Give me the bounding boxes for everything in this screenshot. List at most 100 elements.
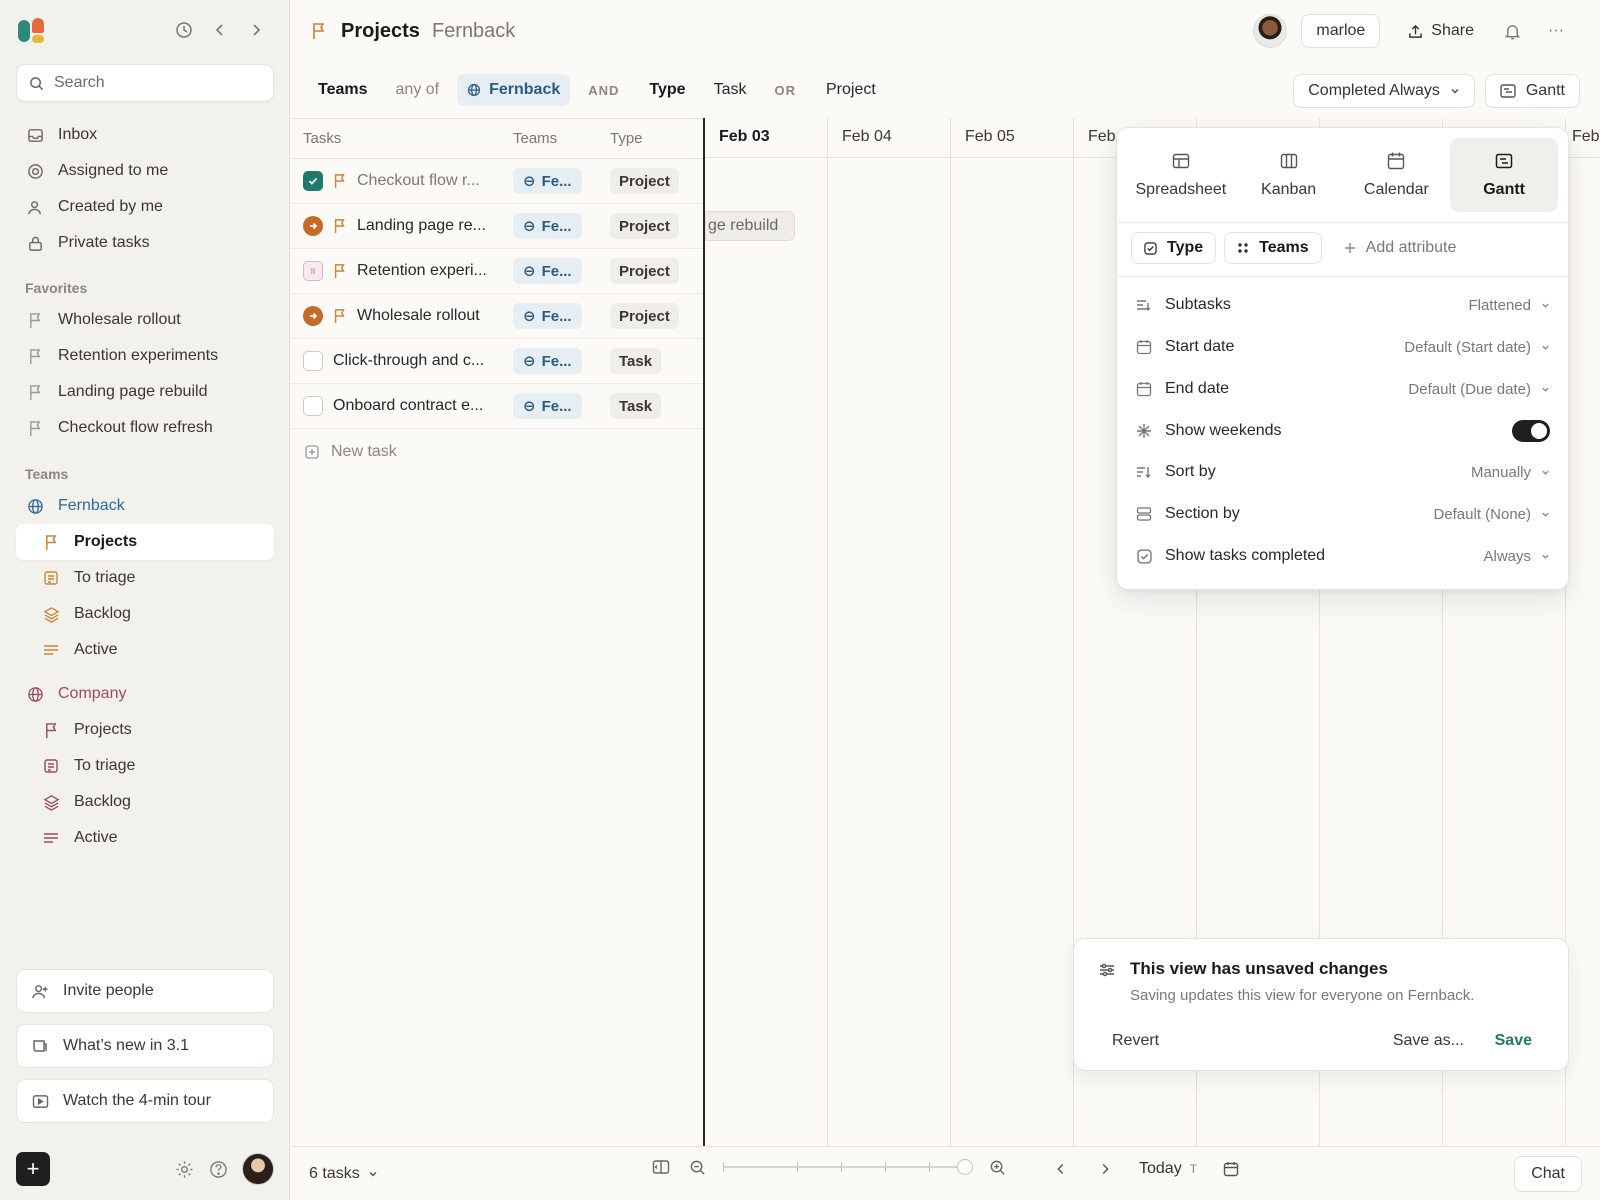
table-row[interactable]: Checkout flow r... ⊖ Fe... Project — [291, 159, 703, 204]
favorite-item[interactable]: Retention experiments — [16, 338, 274, 374]
page-subtitle[interactable]: Fernback — [432, 20, 515, 43]
team-chip[interactable]: ⊖ Fe... — [513, 393, 582, 419]
search-input[interactable] — [54, 74, 254, 92]
type-chip[interactable]: Project — [610, 168, 679, 194]
chat-button[interactable]: Chat — [1514, 1156, 1582, 1192]
status-done-icon[interactable] — [303, 171, 323, 191]
team-chip[interactable]: ⊖ Fe... — [513, 168, 582, 194]
subtasks-dropdown[interactable]: Flattened — [1468, 297, 1550, 314]
search-box[interactable] — [16, 64, 274, 102]
show-weekends-toggle[interactable] — [1512, 420, 1550, 442]
calendar-icon[interactable] — [1221, 1159, 1241, 1179]
type-chip[interactable]: Project — [610, 258, 679, 284]
team-item-active[interactable]: Active — [16, 820, 274, 856]
revert-button[interactable]: Revert — [1112, 1032, 1159, 1050]
view-option-kanban[interactable]: Kanban — [1235, 138, 1343, 212]
team-item-to-triage[interactable]: To triage — [16, 560, 274, 596]
type-chip[interactable]: Project — [610, 303, 679, 329]
save-button[interactable]: Save — [1495, 1032, 1532, 1050]
end-date-dropdown[interactable]: Default (Due date) — [1408, 381, 1550, 398]
task-count-dropdown[interactable]: 6 tasks — [309, 1165, 378, 1183]
table-row[interactable]: Onboard contract e... ⊖ Fe... Task — [291, 384, 703, 429]
user-avatar[interactable] — [242, 1153, 274, 1185]
team-item-active[interactable]: Active — [16, 632, 274, 668]
table-row[interactable]: Click-through and c... ⊖ Fe... Task — [291, 339, 703, 384]
task-name[interactable]: Onboard contract e... — [333, 397, 483, 415]
task-name[interactable]: Checkout flow r... — [357, 172, 480, 190]
today-button[interactable]: Today T — [1139, 1160, 1197, 1178]
nav-created-by-me[interactable]: Created by me — [16, 189, 274, 225]
nav-assigned-to-me[interactable]: Assigned to me — [16, 153, 274, 189]
column-header-tasks[interactable]: Tasks — [291, 130, 513, 147]
save-as-button[interactable]: Save as... — [1393, 1032, 1464, 1050]
settings-icon[interactable] — [174, 1159, 194, 1179]
view-option-spreadsheet[interactable]: Spreadsheet — [1127, 138, 1235, 212]
filter-value-chip[interactable]: Fernback — [457, 74, 571, 106]
user-pill[interactable]: marloe — [1301, 14, 1381, 48]
favorite-item[interactable]: Checkout flow refresh — [16, 410, 274, 446]
section-by-dropdown[interactable]: Default (None) — [1433, 506, 1550, 523]
table-row[interactable]: Landing page re... ⊖ Fe... Project — [291, 204, 703, 249]
back-icon[interactable] — [210, 20, 230, 40]
status-paused-icon[interactable]: II — [303, 261, 323, 281]
forward-icon[interactable] — [246, 20, 266, 40]
filter-conjunction[interactable]: AND — [588, 83, 619, 98]
table-row[interactable]: Wholesale rollout ⊖ Fe... Project — [291, 294, 703, 339]
next-icon[interactable] — [1095, 1159, 1115, 1179]
add-attribute-button[interactable]: Add attribute — [1344, 239, 1456, 257]
team-item-backlog[interactable]: Backlog — [16, 596, 274, 632]
completed-dropdown[interactable]: Completed Always — [1293, 74, 1475, 108]
team-company[interactable]: Company — [16, 676, 274, 712]
app-logo[interactable] — [18, 18, 46, 44]
invite-people-button[interactable]: Invite people — [16, 969, 274, 1013]
new-item-button[interactable]: + — [16, 1152, 50, 1186]
column-header-type[interactable]: Type — [610, 130, 700, 147]
attribute-chip-type[interactable]: Type — [1131, 232, 1217, 264]
new-task-button[interactable]: New task — [291, 429, 703, 475]
team-chip[interactable]: ⊖ Fe... — [513, 348, 582, 374]
zoom-slider[interactable] — [723, 1157, 973, 1177]
team-item-projects[interactable]: Projects — [16, 524, 274, 560]
filter-value-task[interactable]: Task — [714, 81, 747, 99]
team-item-projects[interactable]: Projects — [16, 712, 274, 748]
zoom-in-icon[interactable] — [987, 1157, 1007, 1177]
table-row[interactable]: II Retention experi... ⊖ Fe... Project — [291, 249, 703, 294]
nav-inbox[interactable]: Inbox — [16, 117, 274, 153]
view-option-calendar[interactable]: Calendar — [1343, 138, 1451, 212]
split-view-icon[interactable] — [651, 1157, 671, 1177]
share-button[interactable]: Share — [1394, 22, 1488, 40]
more-options-icon[interactable]: ··· — [1536, 21, 1576, 41]
favorite-item[interactable]: Landing page rebuild — [16, 374, 274, 410]
team-chip[interactable]: ⊖ Fe... — [513, 258, 582, 284]
zoom-slider-handle[interactable] — [957, 1159, 973, 1175]
status-active-icon[interactable] — [303, 306, 323, 326]
type-chip[interactable]: Task — [610, 393, 662, 419]
watch-tour-button[interactable]: Watch the 4-min tour — [16, 1079, 274, 1123]
column-header-teams[interactable]: Teams — [513, 130, 610, 147]
team-chip[interactable]: ⊖ Fe... — [513, 303, 582, 329]
type-chip[interactable]: Task — [610, 348, 662, 374]
show-completed-dropdown[interactable]: Always — [1483, 548, 1550, 565]
filter-or[interactable]: OR — [774, 83, 796, 98]
history-icon[interactable] — [174, 20, 194, 40]
zoom-out-icon[interactable] — [687, 1157, 707, 1177]
team-item-backlog[interactable]: Backlog — [16, 784, 274, 820]
status-active-icon[interactable] — [303, 216, 323, 236]
filter-operator[interactable]: any of — [396, 81, 440, 99]
status-todo-checkbox[interactable] — [303, 351, 323, 371]
view-switcher-button[interactable]: Gantt — [1484, 74, 1580, 108]
task-name[interactable]: Landing page re... — [357, 217, 486, 235]
status-todo-checkbox[interactable] — [303, 396, 323, 416]
task-name[interactable]: Click-through and c... — [333, 352, 484, 370]
team-item-to-triage[interactable]: To triage — [16, 748, 274, 784]
nav-private-tasks[interactable]: Private tasks — [16, 225, 274, 261]
prev-icon[interactable] — [1051, 1159, 1071, 1179]
type-chip[interactable]: Project — [610, 213, 679, 239]
filter-value-project[interactable]: Project — [826, 81, 876, 99]
attribute-chip-teams[interactable]: Teams — [1224, 232, 1322, 264]
team-fernback[interactable]: Fernback — [16, 488, 274, 524]
filter-field-type[interactable]: Type — [649, 81, 685, 99]
sort-by-dropdown[interactable]: Manually — [1471, 464, 1550, 481]
task-name[interactable]: Retention experi... — [357, 262, 487, 280]
collaborator-avatar[interactable] — [1253, 14, 1288, 48]
